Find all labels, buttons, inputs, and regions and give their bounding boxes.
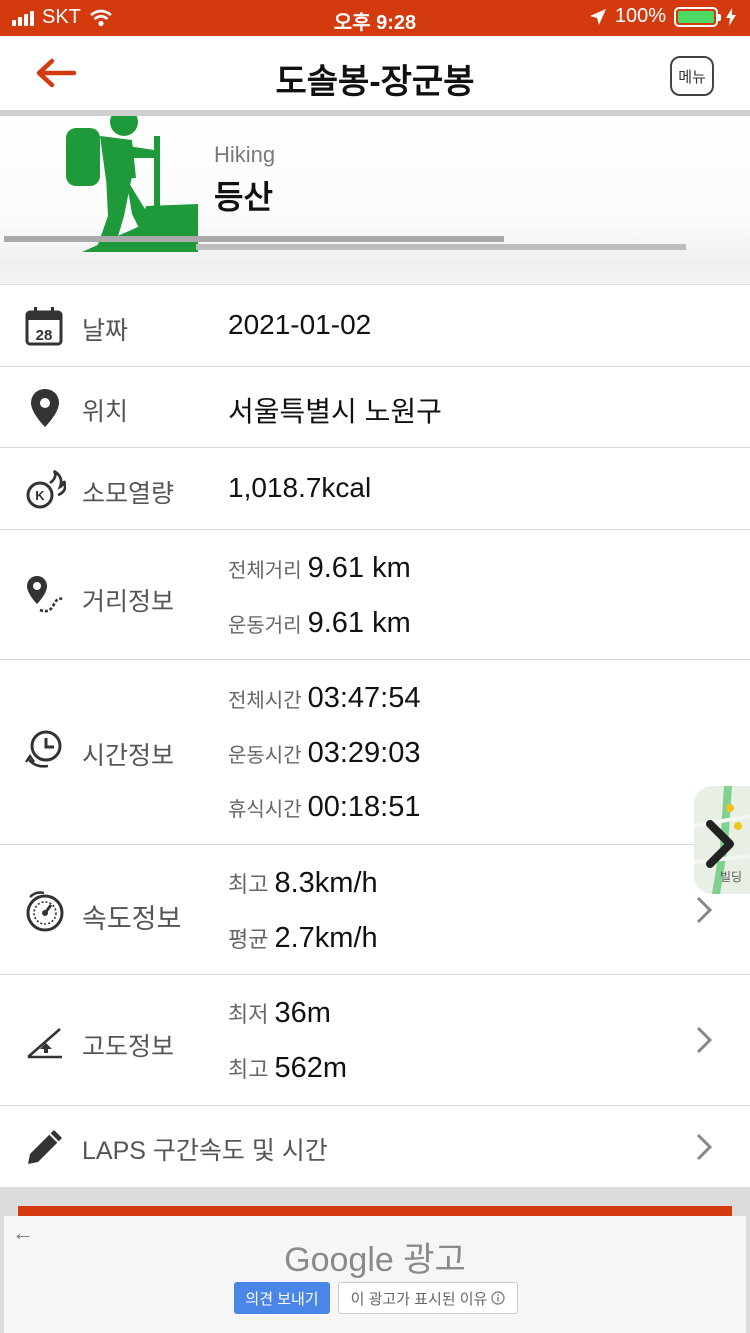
ad-why-button[interactable]: 이 광고가 표시된 이유: [338, 1282, 518, 1314]
max-speed: 최고 8.3km/h: [228, 867, 378, 900]
hiker-icon: [66, 116, 198, 252]
exercise-distance-value: 9.61 km: [307, 607, 411, 639]
total-distance-key: 전체거리: [228, 560, 302, 582]
exercise-distance: 운동거리 9.61 km: [228, 607, 411, 640]
rest-time-key: 휴식시간: [228, 799, 302, 821]
location-label: 위치: [82, 398, 129, 426]
location-pin-icon: [31, 389, 59, 427]
status-bar: SKT 오후 9:28 100%: [0, 0, 750, 36]
battery-icon: [674, 6, 721, 27]
svg-text:28: 28: [36, 327, 53, 344]
date-label: 날짜: [82, 317, 129, 345]
pencil-icon: [28, 1130, 62, 1164]
app-header: 도솔봉-장군봉 메뉴: [0, 36, 750, 110]
charging-icon: [726, 7, 736, 26]
date-value: 2021-01-02: [228, 309, 372, 340]
location-arrow-icon: [589, 8, 606, 25]
page-title: 도솔봉-장군봉: [275, 63, 475, 101]
row-calories: K 소모열량 1,018.7kcal: [0, 448, 750, 530]
location-value: 서울특별시 노원구: [228, 396, 442, 427]
exercise-time-value: 03:29:03: [307, 737, 421, 769]
rest-time-value: 00:18:51: [307, 791, 421, 823]
info-icon: [491, 1291, 506, 1305]
activity-subtitle: Hiking: [214, 142, 276, 167]
rest-time: 휴식시간 00:18:51: [228, 791, 421, 824]
time-label: 시간정보: [82, 742, 175, 770]
clock-icon: [25, 730, 62, 768]
exercise-time: 운동시간 03:29:03: [228, 737, 421, 770]
total-time-value: 03:47:54: [307, 682, 421, 714]
chevron-right-icon: [696, 1133, 713, 1161]
chevron-right-icon: [696, 896, 713, 924]
row-location: 위치 서울특별시 노원구: [0, 367, 750, 448]
calories-label: 소모열량: [82, 480, 175, 508]
exercise-distance-key: 운동거리: [228, 615, 302, 637]
banner-floor-line: [196, 244, 686, 250]
ad-feedback-button[interactable]: 의견 보내기: [234, 1282, 330, 1314]
min-altitude-key: 최저: [228, 1002, 269, 1027]
status-right: 100%: [589, 5, 736, 28]
total-distance-value: 9.61 km: [307, 552, 411, 584]
max-speed-value: 8.3km/h: [274, 867, 378, 899]
row-distance: 거리정보 전체거리 9.61 km 운동거리 9.61 km: [0, 530, 750, 660]
row-speed[interactable]: 속도정보 최고 8.3km/h 평균 2.7km/h: [0, 845, 750, 975]
row-altitude[interactable]: 고도정보 최저 36m 최고 562m: [0, 975, 750, 1106]
exercise-time-key: 운동시간: [228, 745, 302, 767]
avg-speed-value: 2.7km/h: [274, 922, 378, 954]
distance-label: 거리정보: [82, 588, 175, 616]
laps-label: LAPS 구간속도 및 시간: [82, 1137, 328, 1165]
battery-percent: 100%: [614, 5, 666, 27]
altitude-label: 고도정보: [82, 1033, 175, 1061]
speedometer-icon: [26, 891, 64, 932]
calorie-flame-icon: K: [26, 469, 66, 509]
max-altitude: 최고 562m: [228, 1052, 347, 1085]
min-altitude: 최저 36m: [228, 997, 331, 1030]
ad-banner: ← Google 광고 의견 보내기 이 광고가 표시된 이유: [4, 1216, 746, 1333]
total-time: 전체시간 03:47:54: [228, 682, 421, 715]
avg-speed: 평균 2.7km/h: [228, 922, 378, 955]
banner-floor-line: [4, 236, 504, 242]
total-distance: 전체거리 9.61 km: [228, 552, 411, 585]
avg-speed-key: 평균: [228, 927, 269, 952]
total-time-key: 전체시간: [228, 690, 302, 712]
activity-name: 등산: [214, 179, 273, 215]
calendar-icon: 28: [25, 307, 63, 346]
chevron-right-icon: [696, 1026, 713, 1054]
activity-banner: Hiking 등산: [0, 116, 750, 271]
ad-title: Google 광고: [284, 1241, 466, 1279]
calories-value: 1,018.7kcal: [228, 472, 372, 503]
max-speed-key: 최고: [228, 872, 269, 897]
max-altitude-value: 562m: [274, 1052, 348, 1084]
speed-label: 속도정보: [82, 904, 182, 934]
altitude-icon: [27, 1028, 62, 1059]
map-thumbnail[interactable]: 빌딩: [694, 786, 750, 894]
menu-button[interactable]: 메뉴: [670, 56, 714, 96]
row-time: 시간정보 전체시간 03:47:54 운동시간 03:29:03 휴식시간 00…: [0, 660, 750, 845]
ad-why-label: 이 광고가 표시된 이유: [350, 1290, 488, 1308]
max-altitude-key: 최고: [228, 1057, 269, 1082]
row-date: 28 날짜 2021-01-02: [0, 286, 750, 367]
map-label: 빌딩: [720, 870, 743, 884]
min-altitude-value: 36m: [274, 997, 331, 1029]
distance-pin-icon: [27, 576, 65, 613]
row-laps[interactable]: LAPS 구간속도 및 시간: [0, 1106, 750, 1188]
banner-divider: [0, 270, 750, 285]
svg-text:K: K: [35, 488, 45, 503]
